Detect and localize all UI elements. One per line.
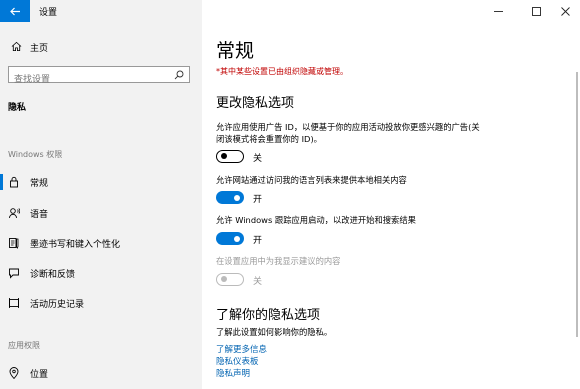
option-desc-suggested-content: 在设置应用中为我显示建议的内容 (216, 255, 566, 267)
feedback-icon (9, 268, 19, 279)
toggle-suggested-content (216, 273, 244, 286)
maximize-icon (531, 6, 541, 16)
activity-history-icon (9, 298, 19, 308)
toggle-knob (234, 194, 240, 201)
option-desc-app-launch-tracking: 允许 Windows 跟踪应用启动，以改进开始和搜索结果 (216, 214, 566, 226)
back-button[interactable] (0, 0, 30, 22)
speech-icon (9, 208, 20, 219)
managed-warning: *其中某些设置已由组织隐藏或管理。 (216, 67, 348, 76)
learn-desc: 了解此设置如何影响你的隐私。 (216, 327, 333, 337)
toggle-state-label: 关 (253, 154, 263, 164)
maximize-button[interactable] (522, 0, 550, 22)
search-icon[interactable] (174, 70, 184, 80)
close-button[interactable] (551, 0, 579, 22)
sidebar-item-activity-history[interactable]: 活动历史记录 (0, 293, 202, 313)
search-box[interactable] (8, 66, 190, 88)
link-privacy-dashboard[interactable]: 隐私仪表板 (216, 355, 259, 367)
app-title: 设置 (39, 8, 58, 18)
group-label-app: 应用权限 (8, 341, 40, 350)
sidebar-item-label: 语音 (30, 210, 49, 220)
toggle-state-label: 开 (253, 236, 263, 246)
link-learn-more[interactable]: 了解更多信息 (216, 343, 267, 355)
option-desc-advertising-id: 允许应用使用广告 ID，以便基于你的应用活动投放你更感兴趣的广告(关 闭该模式将… (216, 121, 566, 145)
desc-line: 允许应用使用广告 ID，以便基于你的应用活动投放你更感兴趣的广告(关 (216, 122, 480, 132)
minimize-button[interactable] (484, 0, 512, 22)
sidebar-item-location[interactable]: 位置 (0, 363, 202, 383)
back-arrow-icon (9, 7, 20, 15)
toggle-app-launch-tracking[interactable] (216, 232, 244, 245)
lock-icon (10, 176, 18, 188)
sidebar-home-label: 主页 (30, 44, 49, 54)
desc-line: 允许 Windows 跟踪应用启动，以改进开始和搜索结果 (216, 215, 416, 225)
pen-keyboard-icon (9, 238, 19, 249)
search-input[interactable] (9, 72, 164, 88)
sidebar-item-diagnostics[interactable]: 诊断和反馈 (0, 263, 202, 283)
group-label-windows: Windows 权限 (8, 150, 63, 159)
sidebar-item-label: 活动历史记录 (30, 300, 85, 310)
desc-line: 允许网站通过访问我的语言列表来提供本地相关内容 (216, 175, 407, 185)
learn-heading: 了解你的隐私选项 (216, 308, 321, 323)
toggle-knob (221, 153, 227, 159)
sidebar-item-speech[interactable]: 语音 (0, 203, 202, 223)
scrollbar[interactable] (576, 72, 578, 337)
link-privacy-statement[interactable]: 隐私声明 (216, 367, 250, 379)
main-content: 常规 *其中某些设置已由组织隐藏或管理。 更改隐私选项 允许应用使用广告 ID，… (202, 0, 580, 389)
page-title: 常规 (216, 40, 255, 62)
section-title: 隐私 (8, 103, 27, 113)
location-icon (9, 367, 19, 379)
close-icon (560, 6, 570, 16)
desc-line: 闭该模式将会重置你的 ID)。 (216, 134, 322, 144)
sidebar-item-label: 位置 (30, 370, 49, 380)
titlebar-left: 设置 (0, 0, 202, 22)
toggle-knob (234, 235, 240, 242)
sidebar-item-inking[interactable]: 墨迹书写和键入个性化 (0, 233, 202, 253)
sidebar-item-general[interactable]: 常规 (0, 172, 202, 192)
toggle-advertising-id[interactable] (216, 150, 244, 163)
option-desc-language-list: 允许网站通过访问我的语言列表来提供本地相关内容 (216, 174, 566, 186)
toggle-knob (221, 276, 227, 282)
sidebar-item-label: 常规 (30, 179, 49, 189)
sidebar-item-label: 诊断和反馈 (30, 270, 76, 280)
toggle-state-label: 关 (253, 277, 263, 287)
desc-line: 在设置应用中为我显示建议的内容 (216, 256, 341, 266)
section-heading: 更改隐私选项 (216, 96, 295, 111)
sidebar-home[interactable]: 主页 (0, 38, 202, 56)
sidebar: 设置 主页 隐私 Windows 权限 常规 语音 墨迹书写和键入个性化 诊断和… (0, 0, 202, 389)
toggle-state-label: 开 (253, 195, 263, 205)
home-icon (11, 41, 22, 52)
minimize-icon (493, 10, 503, 12)
sidebar-item-label: 墨迹书写和键入个性化 (30, 240, 121, 250)
toggle-language-list[interactable] (216, 191, 244, 204)
